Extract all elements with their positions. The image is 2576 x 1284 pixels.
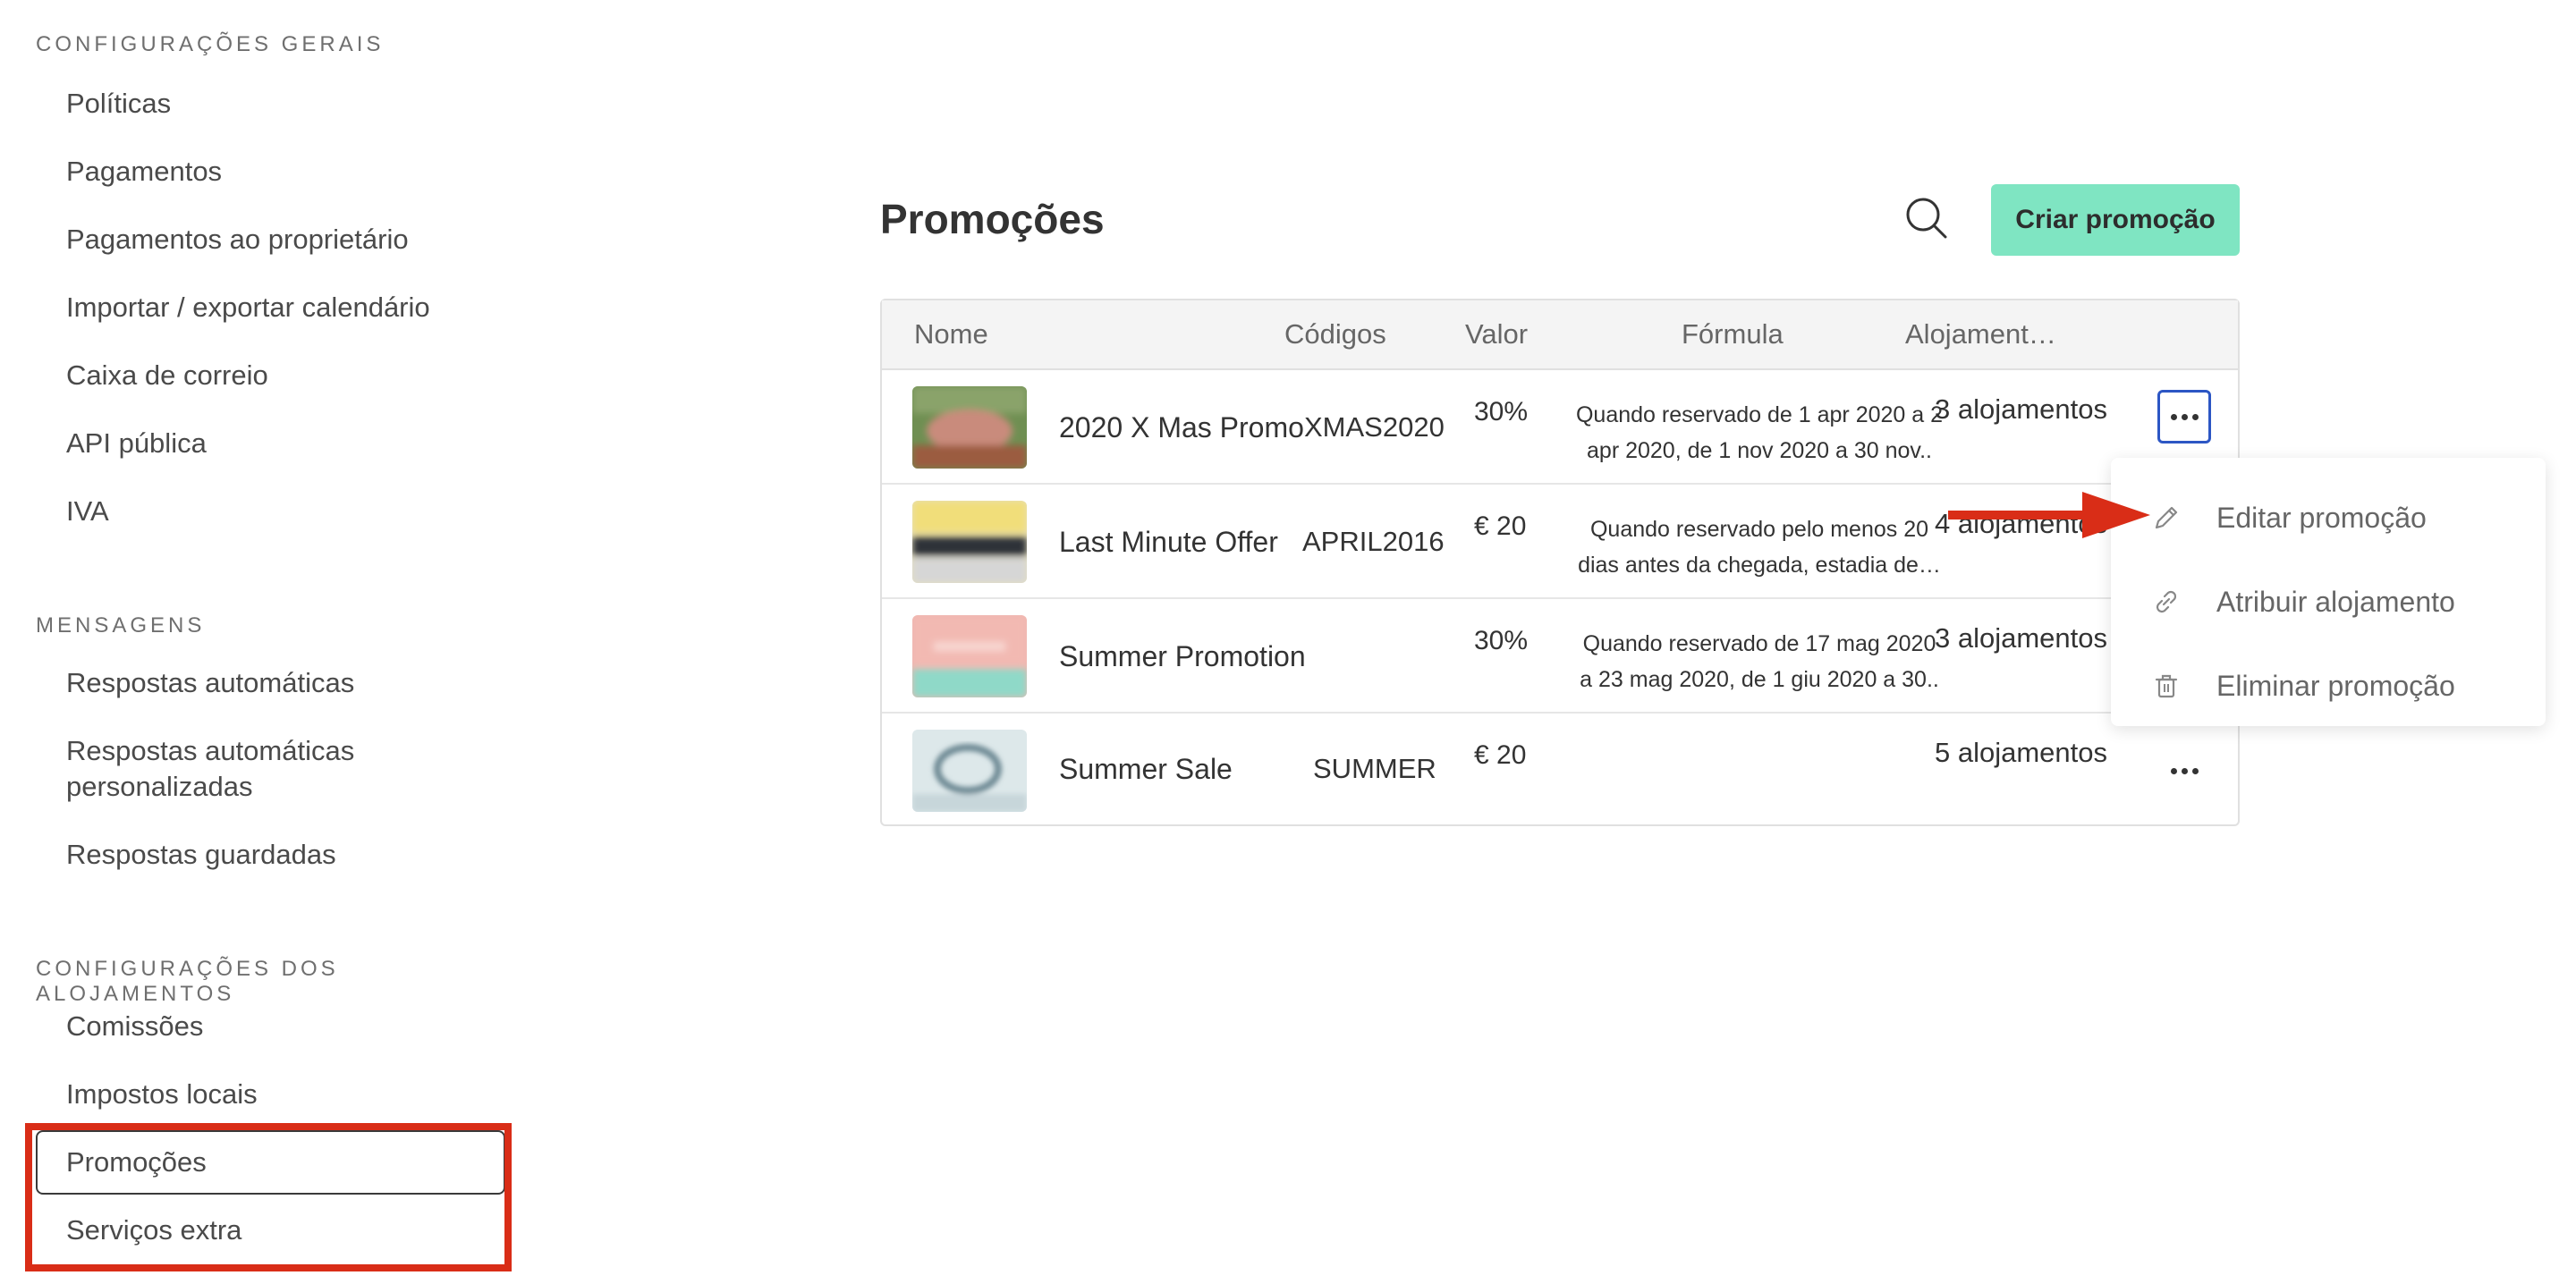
menu-item-edit-promotion[interactable]: Editar promoção xyxy=(2111,479,2546,556)
promotions-settings-page: CONFIGURAÇÕES GERAIS Políticas Pagamento… xyxy=(0,0,2576,1284)
trash-icon xyxy=(2155,674,2178,698)
sidebar-item-politicas[interactable]: Políticas xyxy=(66,86,171,122)
promotion-value: € 20 xyxy=(1474,740,1527,770)
promotion-value: € 20 xyxy=(1474,511,1527,541)
column-header-valor[interactable]: Valor xyxy=(1465,318,1528,351)
promotion-accommodations: 5 alojamentos xyxy=(1934,737,2107,768)
link-icon xyxy=(2156,590,2177,613)
menu-item-label: Editar promoção xyxy=(2216,501,2427,534)
promotion-thumbnail xyxy=(912,501,1027,583)
annotation-arrow-icon xyxy=(1948,492,2150,538)
section-title-general: CONFIGURAÇÕES GERAIS xyxy=(36,32,385,56)
page-title: Promoções xyxy=(880,196,1105,242)
menu-item-label: Atribuir alojamento xyxy=(2216,585,2455,618)
promotion-accommodations: 3 alojamentos xyxy=(1934,393,2107,425)
promotion-formula: Quando reservado pelo menos 20 dias ante… xyxy=(1567,511,1952,583)
promotion-code: SUMMER xyxy=(1313,753,1436,784)
formula-line-2: apr 2020, de 1 nov 2020 a 30 nov.. xyxy=(1587,438,1932,463)
sidebar-item-pagamentos[interactable]: Pagamentos xyxy=(66,154,222,190)
sidebar-item-respostas-personalizadas[interactable]: Respostas automáticas personalizadas xyxy=(66,733,406,805)
annotation-highlight-box xyxy=(25,1123,512,1271)
sidebar-item-impostos-locais[interactable]: Impostos locais xyxy=(66,1077,258,1112)
formula-line-1: Quando reservado de 1 apr 2020 a 2 xyxy=(1575,402,1944,427)
promotion-thumbnail xyxy=(912,615,1027,697)
sidebar-item-iva[interactable]: IVA xyxy=(66,494,109,529)
section-title-messages: MENSAGENS xyxy=(36,613,206,638)
menu-item-label: Eliminar promoção xyxy=(2216,669,2455,702)
more-icon xyxy=(2170,767,2199,774)
table-row[interactable]: 2020 X Mas Promo XMAS2020 30% Quando res… xyxy=(882,370,2238,485)
column-header-formula[interactable]: Fórmula xyxy=(1682,318,1784,351)
promotions-table: Nome Códigos Valor Fórmula Alojament… 20… xyxy=(880,299,2240,826)
search-button[interactable] xyxy=(1903,195,1950,241)
promotion-name: Summer Promotion xyxy=(1059,640,1306,672)
row-actions-menu: Editar promoção Atribuir alojamento Elim… xyxy=(2111,458,2546,726)
sidebar-item-api-publica[interactable]: API pública xyxy=(66,426,207,461)
table-row[interactable]: Summer Promotion 30% Quando reservado de… xyxy=(882,599,2238,714)
section-title-accommodations: CONFIGURAÇÕES DOS ALOJAMENTOS xyxy=(36,957,339,1006)
table-header: Nome Códigos Valor Fórmula Alojament… xyxy=(882,300,2238,370)
formula-line-1: Quando reservado de 17 mag 2020 xyxy=(1582,631,1936,656)
row-actions-button[interactable] xyxy=(2157,390,2211,443)
promotion-accommodations: 3 alojamentos xyxy=(1934,622,2107,654)
pencil-icon xyxy=(2155,506,2178,529)
row-actions-button[interactable] xyxy=(2157,744,2211,798)
menu-item-delete-promotion[interactable]: Eliminar promoção xyxy=(2111,647,2546,724)
formula-line-2: dias antes da chegada, estadia de… xyxy=(1578,553,1941,578)
sidebar-item-respostas-guardadas[interactable]: Respostas guardadas xyxy=(66,837,336,873)
promotion-value: 30% xyxy=(1474,397,1529,427)
promotion-name: 2020 X Mas Promo xyxy=(1059,411,1304,443)
sidebar-item-comissoes[interactable]: Comissões xyxy=(66,1009,203,1044)
more-icon xyxy=(2170,413,2199,420)
search-icon xyxy=(1906,198,1947,239)
column-header-alojamentos[interactable]: Alojament… xyxy=(1905,318,2056,351)
column-header-codigos[interactable]: Códigos xyxy=(1284,318,1386,351)
promotion-name: Last Minute Offer xyxy=(1059,526,1278,558)
promotion-name: Summer Sale xyxy=(1059,753,1233,785)
table-row[interactable]: Summer Sale SUMMER € 20 5 alojamentos xyxy=(882,714,2238,828)
sidebar-item-respostas-automaticas[interactable]: Respostas automáticas xyxy=(66,665,354,701)
sidebar-item-importar-exportar[interactable]: Importar / exportar calendário xyxy=(66,290,430,325)
menu-item-assign-accommodation[interactable]: Atribuir alojamento xyxy=(2111,563,2546,640)
sidebar-item-caixa-correio[interactable]: Caixa de correio xyxy=(66,358,268,393)
promotion-thumbnail xyxy=(912,730,1027,812)
column-header-nome[interactable]: Nome xyxy=(914,318,988,351)
promotion-formula: Quando reservado de 17 mag 2020 a 23 mag… xyxy=(1567,626,1952,697)
formula-line-2: a 23 mag 2020, de 1 giu 2020 a 30.. xyxy=(1580,667,1939,692)
promotion-formula: Quando reservado de 1 apr 2020 a 2 apr 2… xyxy=(1567,397,1952,469)
promotion-value: 30% xyxy=(1474,626,1529,655)
promotion-thumbnail xyxy=(912,386,1027,469)
promotion-code: XMAS2020 xyxy=(1304,411,1445,443)
create-promotion-button[interactable]: Criar promoção xyxy=(1991,184,2240,256)
settings-sidebar: CONFIGURAÇÕES GERAIS Políticas Pagamento… xyxy=(0,0,537,1284)
formula-line-1: Quando reservado pelo menos 20 xyxy=(1589,517,1929,542)
sidebar-item-pagamentos-proprietario[interactable]: Pagamentos ao proprietário xyxy=(66,222,409,258)
promotion-code: APRIL2016 xyxy=(1302,526,1445,557)
